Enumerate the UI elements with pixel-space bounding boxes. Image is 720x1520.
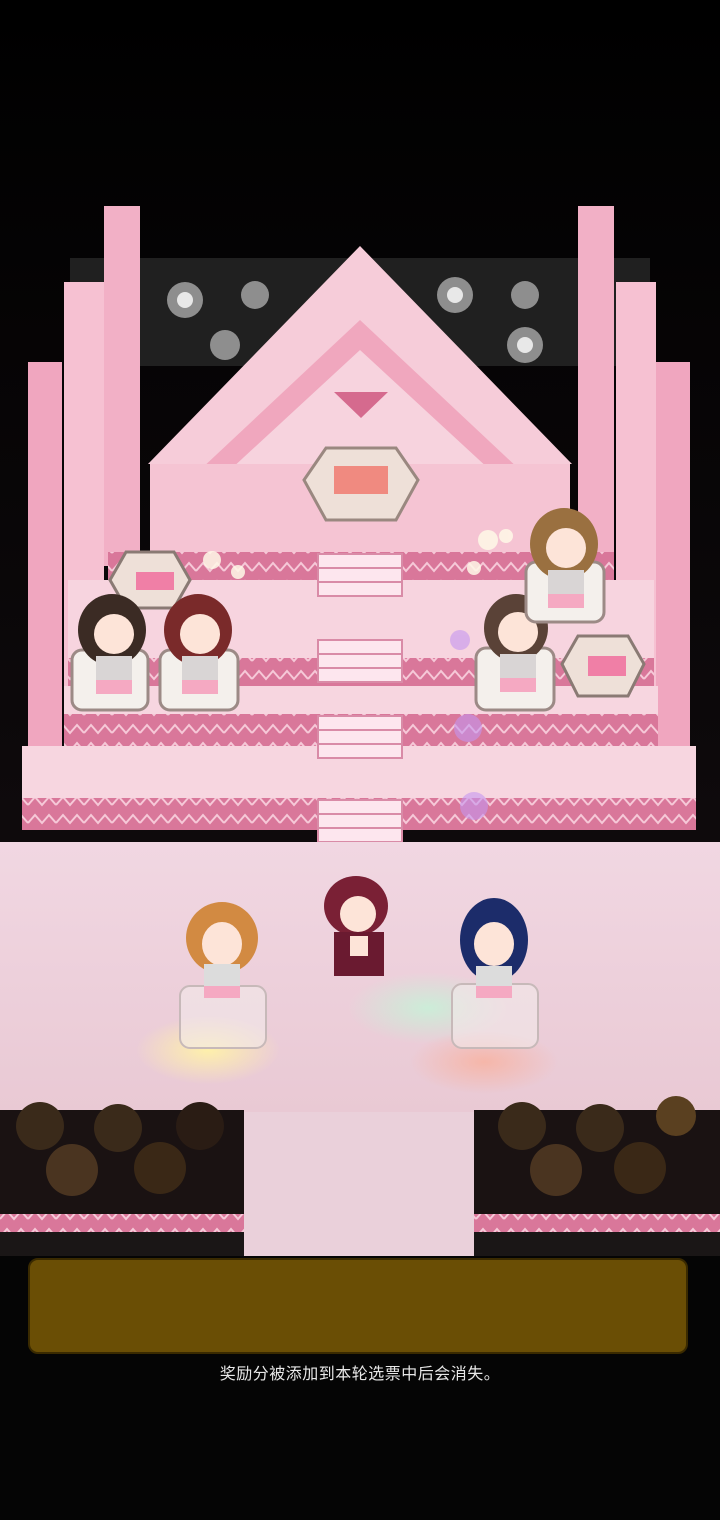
reward-caption: 奖励分被添加到本轮选票中后会消失。 [219,1364,501,1383]
idol-character-4 [524,508,606,624]
dialog-box[interactable] [28,1258,688,1354]
gem-right [560,634,646,698]
audience-left [0,1102,244,1256]
audience-right [474,1096,720,1256]
center-gem [302,446,420,522]
idol-character-2 [158,594,240,712]
idol-character-1 [70,594,150,712]
